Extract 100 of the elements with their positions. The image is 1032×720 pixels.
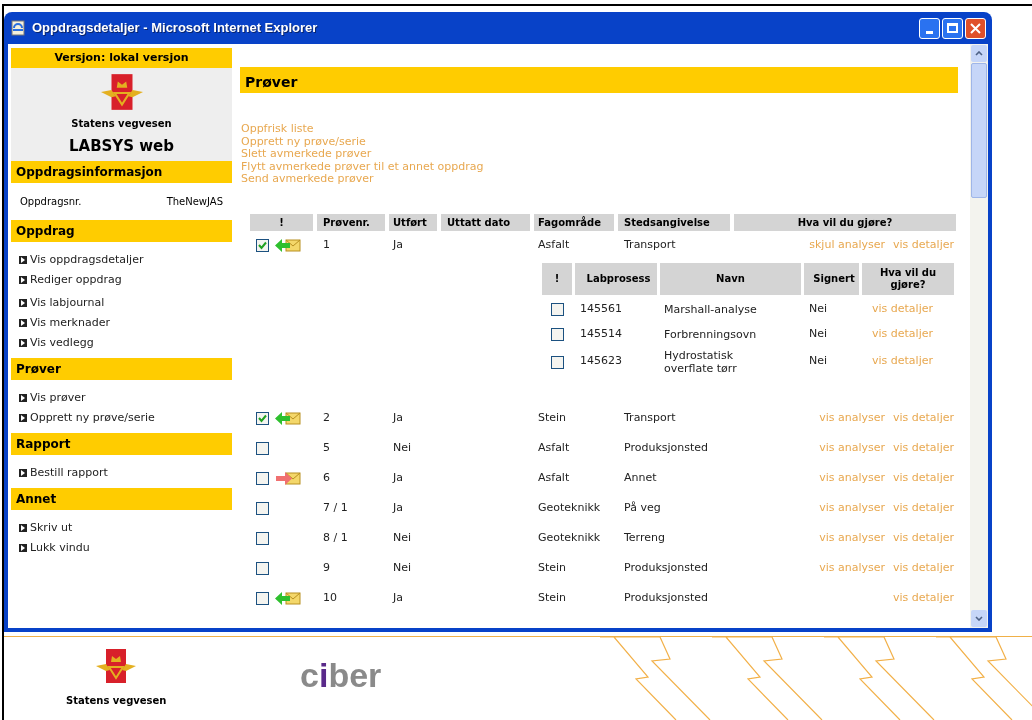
table-cell: Produksjonsted	[624, 561, 709, 575]
checkbox[interactable]	[550, 328, 564, 341]
row-action-link[interactable]: vis analyser	[819, 409, 885, 427]
checkbox[interactable]	[256, 502, 269, 515]
table-cell: Stein	[538, 410, 567, 424]
close-button[interactable]	[965, 17, 986, 39]
checkbox[interactable]	[256, 472, 269, 485]
row-action-link[interactable]: vis detaljer	[893, 500, 954, 517]
row-action-link[interactable]: vis detaljer	[893, 237, 954, 254]
row-action-link[interactable]: vis analyser	[819, 440, 885, 457]
maximize-button[interactable]	[942, 17, 963, 39]
table-cell: Stein	[538, 591, 567, 605]
action-link[interactable]: Slett avmerkede prøver	[241, 148, 372, 161]
column-header: Hva vil du gjøre?	[862, 262, 954, 295]
table-cell: Geoteknikk	[538, 501, 601, 515]
table-cell: Asfalt	[538, 441, 570, 455]
checkbox[interactable]	[550, 303, 564, 316]
column-header: Hva vil du gjøre?	[734, 213, 956, 231]
minimize-button[interactable]	[919, 17, 940, 39]
scroll-down-button[interactable]	[971, 610, 987, 627]
checkbox[interactable]	[256, 592, 269, 605]
sample-number: 5	[323, 441, 330, 455]
column-header: !	[250, 213, 313, 231]
table-cell: Nei	[809, 326, 828, 340]
row-action-link[interactable]: vis detaljer	[872, 326, 933, 340]
sidebar-link[interactable]: Skriv ut	[11, 519, 232, 536]
sample-number: 2	[323, 410, 330, 424]
scroll-up-button[interactable]	[971, 45, 987, 62]
table-cell: Stein	[538, 561, 567, 575]
row-action-link[interactable]: vis analyser	[819, 470, 885, 487]
action-link[interactable]: Send avmerkede prøver	[241, 173, 374, 186]
table-cell: Geoteknikk	[538, 531, 601, 545]
row-action-link[interactable]: vis analyser	[819, 530, 885, 547]
organization-name: Statens vegvesen	[66, 694, 167, 708]
action-link[interactable]: Flytt avmerkede prøver til et annet oppdrag	[241, 160, 484, 173]
checkbox[interactable]	[256, 239, 269, 252]
scroll-thumb[interactable]	[971, 63, 987, 198]
row-action-link[interactable]: vis detaljer	[893, 530, 954, 547]
row-action-link[interactable]: vis detaljer	[893, 440, 954, 457]
sidebar-link[interactable]: Rediger oppdrag	[11, 271, 232, 288]
checkbox[interactable]	[550, 355, 564, 369]
minimize-icon	[926, 30, 933, 34]
section-header: Oppdragsinformasjon	[11, 161, 232, 183]
column-header: Fagområde	[534, 213, 614, 231]
arrow-bullet-icon	[19, 413, 27, 422]
section-header: Rapport	[11, 433, 232, 455]
sidebar-link[interactable]: Bestill rapport	[11, 464, 232, 481]
table-cell: Ja	[393, 471, 403, 485]
row-action-link[interactable]: vis detaljer	[893, 409, 954, 427]
table-cell: Asfalt	[538, 471, 570, 485]
table-cell: Transport	[624, 238, 676, 252]
row-action-link[interactable]: vis detaljer	[872, 354, 933, 368]
arrow-bullet-icon	[19, 523, 27, 532]
sample-number: 1	[323, 238, 330, 252]
checkbox[interactable]	[256, 411, 269, 425]
chevron-up-icon	[975, 51, 983, 56]
row-action-link[interactable]: vis analyser	[819, 500, 885, 517]
sidebar-link[interactable]: Vis oppdragsdetaljer	[11, 251, 232, 268]
sidebar-link[interactable]: Lukk vindu	[11, 539, 232, 556]
table-cell: Nei	[809, 301, 828, 315]
browser-icon	[10, 20, 26, 36]
scrollbar[interactable]	[970, 44, 988, 628]
table-cell: Nei	[393, 531, 412, 545]
sidebar-link[interactable]: Opprett ny prøve/serie	[11, 409, 232, 426]
action-link[interactable]: Opprett ny prøve/serie	[241, 135, 366, 148]
process-number: 145623	[580, 354, 622, 368]
app-name: LABSYS web	[68, 136, 175, 157]
action-link[interactable]: Oppfrisk liste	[241, 123, 314, 136]
sample-number: 9	[323, 561, 330, 575]
table-cell: Transport	[624, 410, 676, 424]
column-header: Navn	[660, 262, 801, 295]
row-action-link[interactable]: vis detaljer	[893, 560, 954, 577]
arrow-bullet-icon	[19, 255, 27, 264]
field-value: TheNewJAS	[166, 195, 223, 209]
row-action-link[interactable]: vis detaljer	[893, 590, 954, 607]
arrow-bullet-icon	[19, 393, 27, 402]
checkbox[interactable]	[256, 562, 269, 575]
row-action-link[interactable]: vis detaljer	[893, 470, 954, 487]
section-header: Annet	[11, 488, 232, 510]
window-title: Oppdragsdetaljer - Microsoft Internet Explorer	[32, 19, 318, 38]
table-cell: Nei	[393, 441, 412, 455]
row-action-link[interactable]: skjul analyser	[809, 237, 885, 254]
checkbox[interactable]	[256, 532, 269, 545]
row-action-link[interactable]: vis detaljer	[872, 301, 933, 315]
table-cell: Ja	[393, 501, 403, 515]
checkbox[interactable]	[256, 442, 269, 455]
arrow-bullet-icon	[19, 543, 27, 552]
row-action-link[interactable]: vis analyser	[819, 560, 885, 577]
table-cell: Annet	[624, 471, 657, 485]
sidebar-link[interactable]: Vis vedlegg	[11, 334, 232, 351]
table-cell: Forbrenningsovn	[664, 327, 757, 341]
sidebar-link[interactable]: Vis prøver	[11, 389, 232, 406]
column-header: Signert	[804, 262, 859, 295]
column-header: Stedsangivelse	[618, 213, 730, 231]
organization-name: Statens vegvesen	[71, 117, 172, 131]
sidebar-link[interactable]: Vis labjournal	[11, 294, 232, 311]
table-cell: Produksjonsted	[624, 441, 709, 455]
sidebar-link[interactable]: Vis merknader	[11, 314, 232, 331]
sample-number: 8 / 1	[323, 531, 348, 545]
table-cell: Nei	[393, 561, 412, 575]
